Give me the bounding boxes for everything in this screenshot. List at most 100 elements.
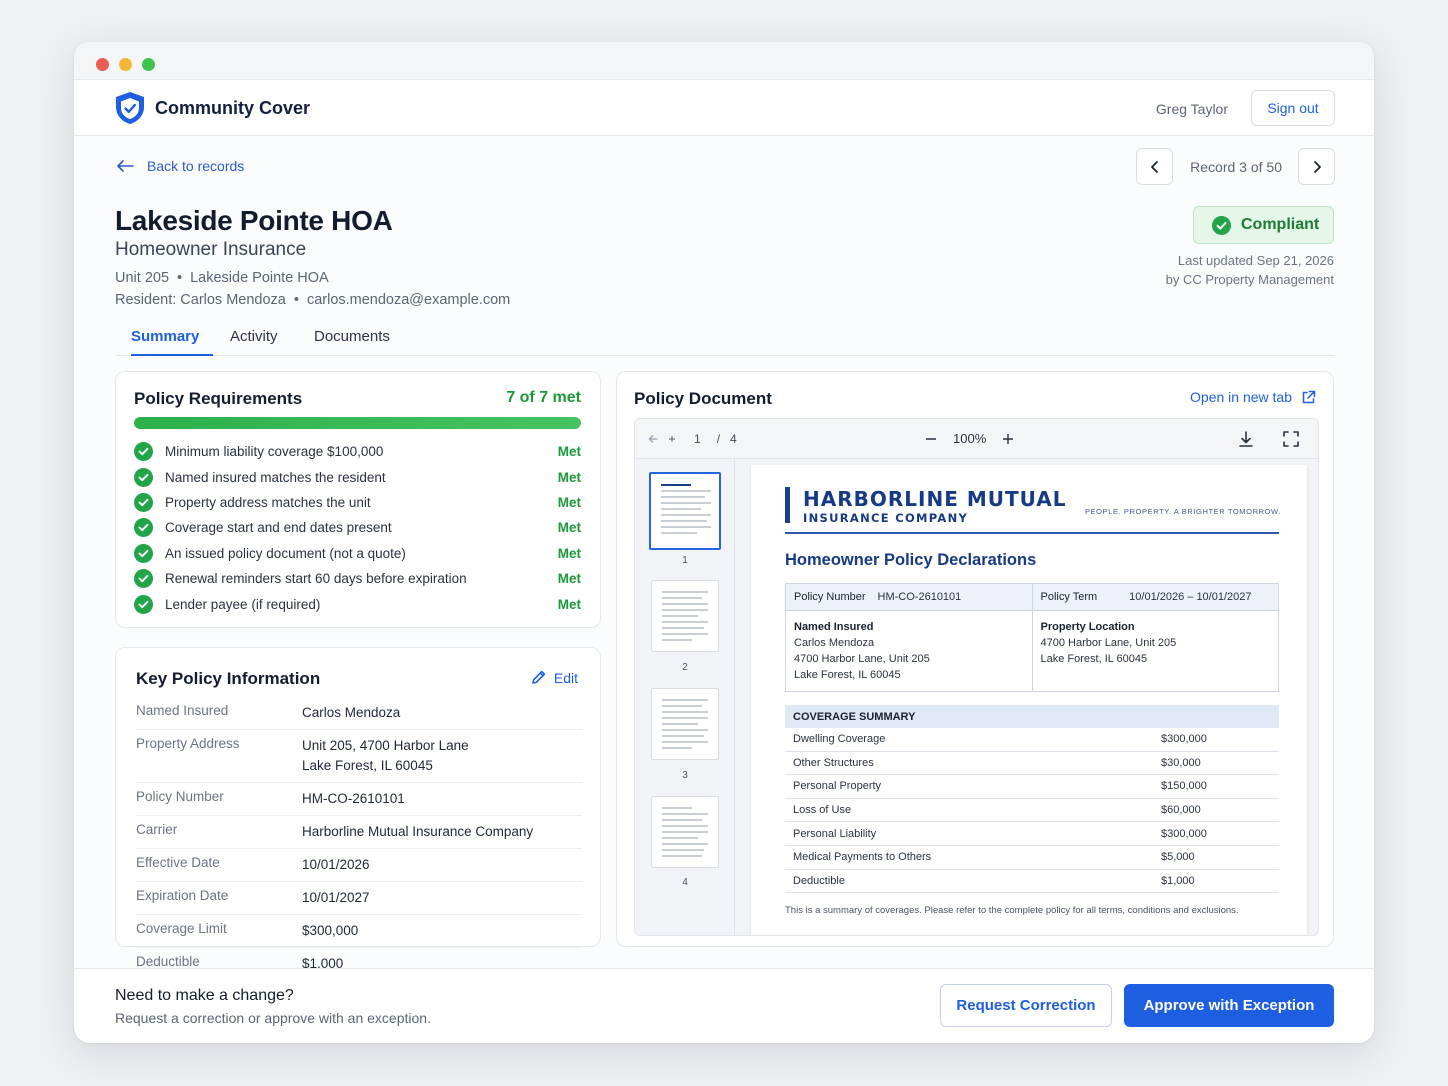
- coverage-note: This is a summary of coverages. Please r…: [785, 905, 1239, 916]
- next-record-button[interactable]: [1298, 148, 1335, 185]
- requirement-row: An issued policy document (not a quote) M…: [134, 541, 581, 566]
- arrow-left-icon[interactable]: [648, 434, 658, 444]
- current-page[interactable]: 1: [694, 432, 701, 446]
- coverage-summary-header: COVERAGE SUMMARY: [785, 705, 1279, 728]
- pencil-icon: [532, 670, 546, 684]
- key-info-row: Expiration Date 10/01/2027: [136, 882, 582, 915]
- policy-term-cell: Policy Term 10/01/2026 – 10/01/2027: [1031, 584, 1278, 610]
- check-circle-icon: [134, 492, 153, 512]
- key-info-row: Property Address Unit 205, 4700 Harbor La…: [136, 730, 582, 783]
- total-pages: 4: [730, 432, 737, 446]
- expiration-date-key: Expiration Date: [136, 888, 229, 903]
- requirement-label: Minimum liability coverage $100,000: [165, 444, 384, 460]
- plus-small-icon[interactable]: [668, 435, 676, 443]
- maximize-window-button[interactable]: [142, 58, 155, 71]
- resident-email: carlos.mendoza@example.com: [306, 292, 511, 308]
- carrier-value: Harborline Mutual Insurance Company: [302, 824, 534, 839]
- thumbnail-number: 2: [682, 662, 688, 673]
- thumbnail-number: 4: [682, 877, 688, 888]
- approve-with-exception-button[interactable]: Approve with Exception: [1124, 984, 1334, 1027]
- last-updated-date: Last updated Sep 21, 2026: [1177, 253, 1334, 268]
- minimize-window-button[interactable]: [119, 58, 132, 71]
- doc-policy-number-label: Policy Number: [794, 591, 866, 603]
- requirement-label: Lender payee (if required): [165, 596, 321, 612]
- letterhead-rule: [785, 532, 1279, 534]
- key-info-list: Named Insured Carlos Mendoza Property Add…: [136, 697, 582, 980]
- coverage-value: $150,000: [1161, 780, 1207, 793]
- page-thumbnail-2[interactable]: [651, 580, 719, 652]
- open-in-new-tab-label: Open in new tab: [1190, 389, 1292, 405]
- doc-policy-term-label: Policy Term: [1040, 591, 1098, 603]
- page-thumbnail-3[interactable]: [651, 688, 719, 760]
- key-info-row: Coverage Limit $300,000: [136, 915, 582, 948]
- named-insured-value: Carlos Mendoza: [302, 705, 401, 720]
- last-updated: Last updated Sep 21, 2026 by CC Property…: [1166, 251, 1334, 289]
- requirement-status: Met: [557, 520, 581, 536]
- requirements-progress-bar: [134, 417, 581, 429]
- document-page: HARBORLINE MUTUAL INSURANCE COMPANY PEOP…: [751, 465, 1307, 935]
- key-policy-information-card: Key Policy Information Edit Named Insure…: [115, 647, 601, 971]
- declarations-table: Policy Number HM-CO-2610101 Policy Term 10…: [785, 583, 1279, 692]
- fullscreen-icon[interactable]: [1281, 429, 1301, 449]
- property-address-value: Unit 205, 4700 Harbor Lane Lake Forest, I…: [302, 736, 582, 776]
- requirement-status: Met: [557, 545, 581, 561]
- open-in-new-tab-link[interactable]: Open in new tab: [1190, 389, 1316, 405]
- document-heading: Homeowner Policy Declarations: [785, 551, 1037, 569]
- requirement-row: Minimum liability coverage $100,000 Met: [134, 439, 581, 464]
- requirement-label: Coverage start and end dates present: [165, 520, 392, 536]
- sign-out-button[interactable]: Sign out: [1251, 90, 1335, 126]
- zoom-out-icon[interactable]: [925, 433, 937, 445]
- letterhead-bar: [785, 487, 790, 523]
- requirement-label: Named insured matches the resident: [165, 469, 386, 485]
- back-to-records-link[interactable]: Back to records: [115, 158, 244, 174]
- tab-documents[interactable]: Documents: [314, 328, 390, 356]
- coverage-value: $60,000: [1161, 804, 1201, 817]
- coverage-summary-table: Dwelling Coverage $300,000 Other Structur…: [785, 728, 1279, 894]
- last-updated-by: by CC Property Management: [1165, 272, 1334, 287]
- property-address-line1: Unit 205, 4700 Harbor Lane: [302, 738, 469, 753]
- zoom-in-icon[interactable]: [1002, 433, 1014, 445]
- edit-button[interactable]: Edit: [530, 669, 578, 686]
- status-badge: Compliant: [1193, 206, 1334, 244]
- doc-policy-number: HM-CO-2610101: [877, 591, 962, 603]
- doc-named-insured-label: Named Insured: [794, 621, 874, 633]
- document-title: Policy Document: [634, 389, 772, 408]
- requirement-status: Met: [557, 469, 581, 485]
- requirement-status: Met: [557, 596, 581, 612]
- page-navigator: 1 / 4: [648, 432, 737, 446]
- requirement-status: Met: [557, 494, 581, 510]
- coverage-label: Dwelling Coverage: [793, 733, 886, 746]
- document-company-name: HARBORLINE MUTUAL: [803, 487, 1067, 511]
- coverage-row: Personal Liability $300,000: [785, 822, 1279, 846]
- requirement-row: Named insured matches the resident Met: [134, 464, 581, 489]
- check-circle-icon: [134, 442, 153, 462]
- record-position: Record 3 of 50: [1190, 159, 1282, 175]
- coverage-value: $300,000: [1161, 827, 1207, 840]
- coverage-value: $30,000: [1161, 756, 1201, 769]
- page-thumbnail-4[interactable]: [651, 796, 719, 868]
- doc-named-insured-line: Lake Forest, IL 60045: [794, 669, 901, 681]
- coverage-limit-value: $300,000: [302, 923, 359, 938]
- key-info-row: Effective Date 10/01/2026: [136, 849, 582, 882]
- request-correction-button[interactable]: Request Correction: [940, 984, 1112, 1027]
- tab-summary[interactable]: Summary: [131, 328, 213, 356]
- effective-date-key: Effective Date: [136, 855, 220, 870]
- window-titlebar: [74, 42, 1374, 80]
- doc-property-location-line: Lake Forest, IL 60045: [1040, 653, 1148, 665]
- coverage-row: Loss of Use $60,000: [785, 799, 1279, 823]
- previous-record-button[interactable]: [1136, 148, 1173, 185]
- coverage-value: $1,000: [1161, 874, 1195, 887]
- download-icon[interactable]: [1236, 429, 1256, 449]
- user-name: Greg Taylor: [1155, 101, 1228, 117]
- doc-named-insured-line: Carlos Mendoza: [794, 637, 875, 649]
- arrow-left-icon: [117, 160, 134, 172]
- page-thumbnail-1[interactable]: [649, 472, 721, 550]
- declarations-header-row: Policy Number HM-CO-2610101 Policy Term 10…: [786, 584, 1278, 610]
- footer-title: Need to make a change?: [115, 987, 294, 1004]
- coverage-label: Other Structures: [793, 756, 874, 769]
- carrier-key: Carrier: [136, 822, 178, 837]
- community-label: Lakeside Pointe HOA: [190, 270, 329, 286]
- page-thumbnails: 1 2 3 4: [635, 459, 735, 935]
- tab-activity[interactable]: Activity: [230, 328, 278, 356]
- close-window-button[interactable]: [96, 58, 109, 71]
